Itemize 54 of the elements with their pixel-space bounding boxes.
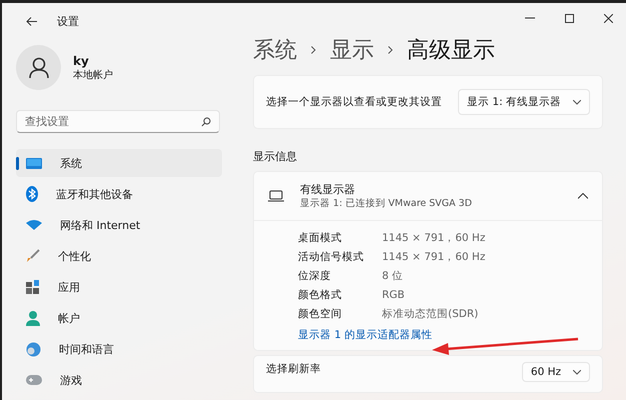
bluetooth-icon <box>26 186 38 202</box>
info-label: 活动信号模式 <box>298 250 365 264</box>
info-value: 1145 × 791，60 Hz <box>382 250 486 264</box>
breadcrumb-item: 高级显示 <box>407 37 495 65</box>
info-value: 8 位 <box>382 268 404 282</box>
chevron-icon <box>388 46 393 54</box>
info-value: 标准动态范围(SDR) <box>382 306 480 320</box>
monitor-icon <box>26 158 42 168</box>
minimize-icon[interactable] <box>525 17 535 19</box>
sidebar-item[interactable]: 系统 <box>16 149 222 177</box>
info-label: 桌面模式 <box>298 230 343 244</box>
display-connection: 显示器 1: 已连接到 VMware SVGA 3D <box>300 197 472 210</box>
display-name: 有线显示器 <box>300 182 356 197</box>
sidebar-item[interactable]: 网络和 Internet <box>16 211 222 239</box>
refresh-rate-dropdown[interactable]: 60 Hz <box>522 362 590 382</box>
info-value: RGB <box>382 288 406 300</box>
person-icon <box>26 310 40 326</box>
info-label: 位深度 <box>298 268 332 282</box>
selection-indicator <box>16 157 19 170</box>
chevron-icon <box>311 46 316 54</box>
globe-clock-icon <box>26 342 41 356</box>
wifi-icon <box>26 220 42 230</box>
account-type: 本地帐户 <box>73 68 113 82</box>
breadcrumb-item[interactable]: 系统 <box>253 35 297 65</box>
brush-icon <box>26 249 40 263</box>
maximize-icon[interactable] <box>565 14 574 22</box>
window-title: 设置 <box>57 14 79 28</box>
close-icon[interactable] <box>604 14 613 22</box>
info-value: 1145 × 791，60 Hz <box>382 230 486 244</box>
apps-icon <box>26 280 40 294</box>
display-dropdown[interactable]: 显示 1: 有线显示器 <box>458 89 590 115</box>
refresh-rate-label: 选择刷新率 <box>266 362 321 376</box>
selector-label: 选择一个显示器以查看或更改其设置 <box>266 95 442 109</box>
chevron-down-icon <box>573 370 581 374</box>
sidebar-item[interactable]: 应用 <box>16 273 222 301</box>
sidebar-item[interactable]: 游戏 <box>16 366 222 394</box>
back-arrow-icon[interactable] <box>26 16 37 26</box>
sidebar-item[interactable]: 时间和语言 <box>16 335 222 363</box>
search-icon <box>201 117 211 127</box>
sidebar-item[interactable]: 蓝牙和其他设备 <box>16 180 222 208</box>
info-label: 颜色格式 <box>298 288 343 302</box>
user-name: ky <box>73 54 90 68</box>
gamepad-icon <box>26 375 42 385</box>
sidebar-item[interactable]: 个性化 <box>16 242 222 270</box>
info-label: 颜色空间 <box>298 306 343 320</box>
laptop-icon <box>268 190 284 202</box>
chevron-down-icon <box>573 100 581 104</box>
adapter-properties-link[interactable]: 显示器 1 的显示适配器属性 <box>298 328 432 342</box>
search-field[interactable]: 查找设置 <box>16 110 220 133</box>
section-title: 显示信息 <box>253 149 298 164</box>
sidebar-item[interactable]: 帐户 <box>16 304 222 332</box>
breadcrumb-item[interactable]: 显示 <box>330 35 374 65</box>
chevron-icon[interactable] <box>578 193 588 199</box>
avatar <box>16 45 61 90</box>
